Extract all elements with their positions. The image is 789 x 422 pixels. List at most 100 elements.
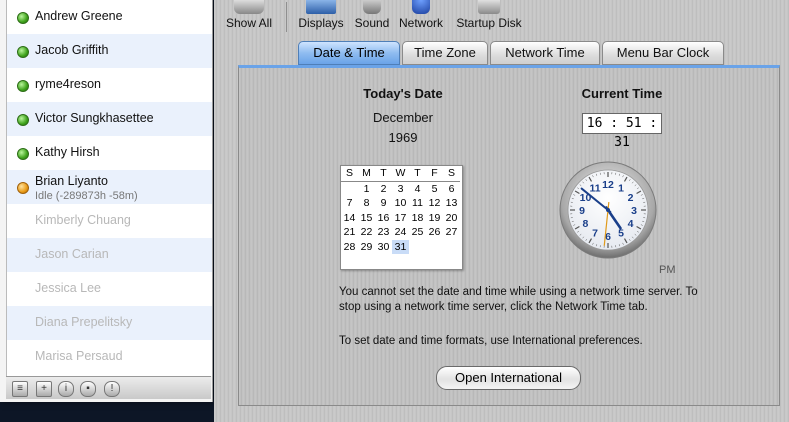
tab-date-time[interactable]: Date & Time: [298, 41, 400, 65]
open-international-button[interactable]: Open International: [436, 366, 581, 390]
calendar-day[interactable]: 7: [341, 196, 358, 211]
calendar-day[interactable]: 4: [409, 181, 426, 196]
calendar-day[interactable]: 8: [358, 196, 375, 211]
calendar-weekday: F: [426, 166, 443, 182]
calendar-day[interactable]: 10: [392, 196, 409, 211]
list-item[interactable]: Jessica Lee: [7, 272, 212, 306]
current-time-heading: Current Time: [581, 86, 663, 101]
calendar-day[interactable]: 22: [358, 225, 375, 240]
buddy-name: Victor Sungkhasettee: [35, 111, 154, 125]
buddy-name: Diana Prepelitsky: [35, 315, 133, 329]
calendar-day[interactable]: 20: [443, 211, 460, 226]
clock-numeral: 3: [631, 205, 637, 217]
list-item[interactable]: Diana Prepelitsky: [7, 306, 212, 340]
list-item[interactable]: ryme4reson: [7, 68, 212, 102]
show-all-button[interactable]: Show All: [224, 0, 274, 30]
add-buddy-button[interactable]: +: [36, 381, 52, 397]
clock-center: [606, 208, 610, 212]
buddy-name: ryme4reson: [35, 77, 101, 91]
buddy-idle-status: Idle (-289873h -58m): [35, 190, 138, 202]
calendar-day[interactable]: 26: [426, 225, 443, 240]
calendar-day[interactable]: 6: [443, 181, 460, 196]
month-label: December: [373, 110, 433, 125]
todays-date-heading: Today's Date: [363, 86, 443, 101]
calendar-empty-cell: [443, 240, 460, 255]
calendar-day[interactable]: 15: [358, 211, 375, 226]
show-all-icon: [234, 0, 264, 14]
tab-time-zone[interactable]: Time Zone: [402, 41, 488, 65]
disk-icon: [478, 0, 500, 14]
list-item[interactable]: Kathy Hirsh: [7, 136, 212, 170]
calendar-day[interactable]: 18: [409, 211, 426, 226]
calendar[interactable]: SMTWTFS 1 2 3 4 5 6 7 8 9 10 11 12 13 14 15 16 17 18 19 20 2…: [340, 165, 463, 270]
year-label: 1969: [388, 130, 418, 145]
calendar-day[interactable]: 9: [375, 196, 392, 211]
buddy-name: Kathy Hirsh: [35, 145, 100, 159]
calendar-day[interactable]: 21: [341, 225, 358, 240]
clock-numeral: 2: [628, 192, 634, 204]
network-time-note: You cannot set the date and time while u…: [339, 286, 698, 313]
calendar-weekday: W: [392, 166, 409, 182]
calendar-day[interactable]: 27: [443, 225, 460, 240]
calendar-day[interactable]: 24: [392, 225, 409, 240]
list-item[interactable]: Jacob Griffith: [7, 34, 212, 68]
calendar-day[interactable]: 29: [358, 240, 375, 255]
calendar-day[interactable]: 2: [375, 181, 392, 196]
clock-numeral: 12: [602, 179, 614, 191]
calendar-weekday: T: [375, 166, 392, 182]
clock-numeral: 11: [589, 182, 600, 194]
formats-note: To set date and time formats, use Intern…: [339, 335, 643, 347]
calendar-day[interactable]: 12: [426, 196, 443, 211]
time-field[interactable]: 16 : 51 : 31: [582, 113, 662, 150]
list-item[interactable]: Andrew Greene: [7, 0, 212, 34]
startup-disk-button[interactable]: Startup Disk: [454, 0, 524, 30]
list-item[interactable]: Victor Sungkhasettee: [7, 102, 212, 136]
online-status-icon: [17, 80, 29, 92]
displays-button[interactable]: Displays: [296, 0, 346, 30]
info-icon[interactable]: i: [58, 381, 74, 397]
online-status-icon: [17, 148, 29, 160]
idle-status-icon: [17, 182, 29, 194]
calendar-day[interactable]: 19: [426, 211, 443, 226]
buddy-toolbar: ≡ + i ▪ !: [6, 376, 211, 399]
speaker-icon: [363, 0, 381, 14]
calendar-day[interactable]: 31: [392, 239, 409, 254]
calendar-day[interactable]: 17: [392, 211, 409, 226]
globe-icon: [412, 0, 430, 14]
tab-menu-bar-clock[interactable]: Menu Bar Clock: [602, 41, 724, 65]
calendar-day[interactable]: 16: [375, 211, 392, 226]
calendar-empty-cell: [426, 240, 443, 255]
list-item[interactable]: Kimberly Chuang: [7, 204, 212, 238]
calendar-empty-cell: [341, 181, 358, 196]
calendar-day[interactable]: 25: [409, 225, 426, 240]
analog-clock[interactable]: 1234567891011 12: [558, 158, 658, 262]
sound-button[interactable]: Sound: [352, 0, 392, 30]
calendar-day[interactable]: 23: [375, 225, 392, 240]
buddy-name: Jason Carian: [35, 247, 109, 261]
date-time-panel: Today's Date December 1969 SMTWTFS 12345…: [238, 65, 780, 406]
calendar-day[interactable]: 3: [392, 181, 409, 196]
buddy-name: Jacob Griffith: [35, 43, 109, 57]
calendar-weekday: S: [443, 166, 460, 182]
list-item[interactable]: Marisa Persaud: [7, 340, 212, 374]
buddy-name: Jessica Lee: [35, 281, 102, 295]
calendar-day[interactable]: 30: [375, 240, 392, 255]
calendar-day[interactable]: 13: [443, 196, 460, 211]
calendar-day[interactable]: 1: [358, 181, 375, 196]
list-item[interactable]: Brian Liyanto Idle (-289873h -58m): [7, 170, 212, 204]
buddy-list: Andrew Greene Jacob Griffith ryme4reson …: [6, 0, 212, 376]
calendar-weekday: T: [409, 166, 426, 182]
calendar-weekday: S: [341, 166, 358, 182]
tab-network-time[interactable]: Network Time: [490, 41, 600, 65]
warn-icon[interactable]: !: [104, 381, 120, 397]
buddy-name: Marisa Persaud: [35, 349, 123, 363]
ampm-label: PM: [659, 264, 676, 276]
list-item[interactable]: Jason Carian: [7, 238, 212, 272]
network-button[interactable]: Network: [397, 0, 445, 30]
menu-icon[interactable]: ≡: [12, 381, 28, 397]
calendar-day[interactable]: 28: [341, 240, 358, 255]
calendar-day[interactable]: 5: [426, 181, 443, 196]
block-icon[interactable]: ▪: [80, 381, 96, 397]
calendar-day[interactable]: 11: [409, 196, 426, 211]
calendar-day[interactable]: 14: [341, 211, 358, 226]
